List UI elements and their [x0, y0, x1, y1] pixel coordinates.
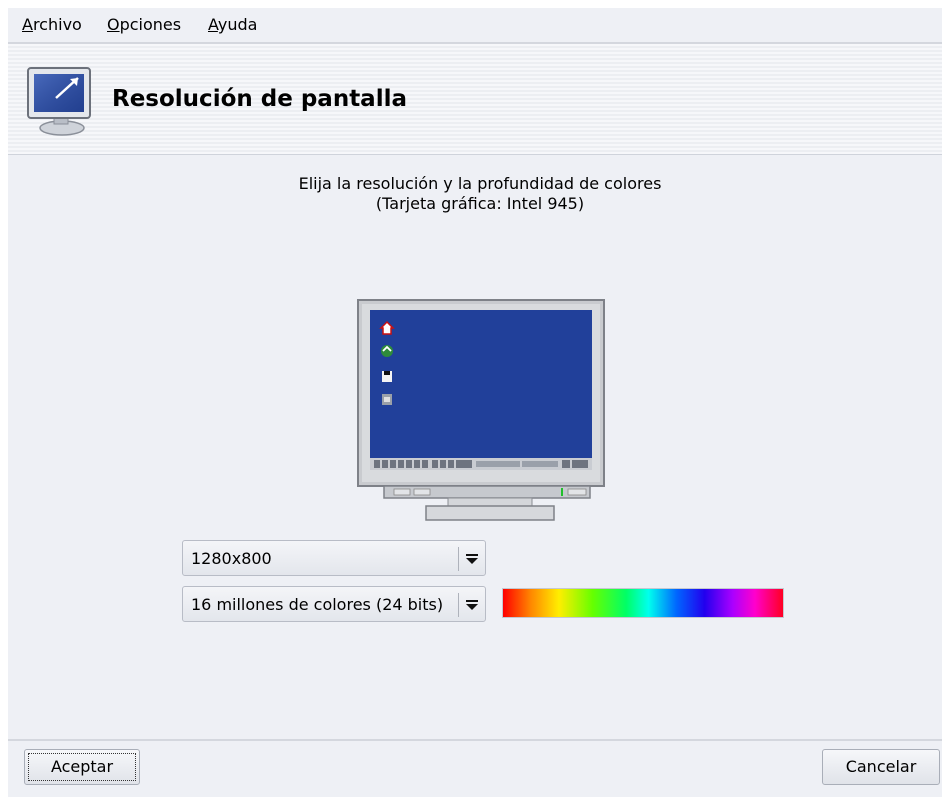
resolution-select[interactable]: 1280x800	[182, 540, 486, 576]
menubar: Archivo Opciones Ayuda	[8, 8, 942, 44]
cancel-button[interactable]: Cancelar	[822, 749, 940, 785]
cancel-button-label: Cancelar	[845, 757, 917, 776]
accept-button[interactable]: Aceptar	[24, 749, 140, 785]
footer-divider	[8, 739, 942, 741]
menu-archivo[interactable]: Archivo	[22, 15, 82, 34]
focus-ring	[28, 753, 136, 781]
color-spectrum	[502, 588, 784, 618]
instructions: Elija la resolución y la profundidad de …	[8, 174, 942, 214]
instructions-line1: Elija la resolución y la profundidad de …	[298, 174, 662, 193]
monitor-screen	[370, 310, 592, 470]
window: Archivo Opciones Ayuda Resolución de pan…	[8, 8, 942, 797]
chevron-down-icon[interactable]	[465, 595, 479, 615]
instructions-line2: (Tarjeta gráfica: Intel 945)	[375, 194, 585, 213]
menu-opciones[interactable]: Opciones	[107, 15, 181, 34]
resolution-select-value: 1280x800	[191, 549, 272, 568]
header: Resolución de pantalla	[8, 44, 942, 155]
page-title: Resolución de pantalla	[112, 86, 407, 112]
monitor-preview	[357, 299, 605, 521]
color-depth-select[interactable]: 16 millones de colores (24 bits)	[182, 586, 486, 622]
monitor-icon	[27, 67, 91, 136]
resolution-select-separator	[458, 547, 459, 571]
color-depth-select-separator	[458, 593, 459, 617]
menu-ayuda[interactable]: Ayuda	[208, 15, 257, 34]
chevron-down-icon[interactable]	[465, 549, 479, 569]
color-depth-select-value: 16 millones de colores (24 bits)	[191, 595, 444, 614]
